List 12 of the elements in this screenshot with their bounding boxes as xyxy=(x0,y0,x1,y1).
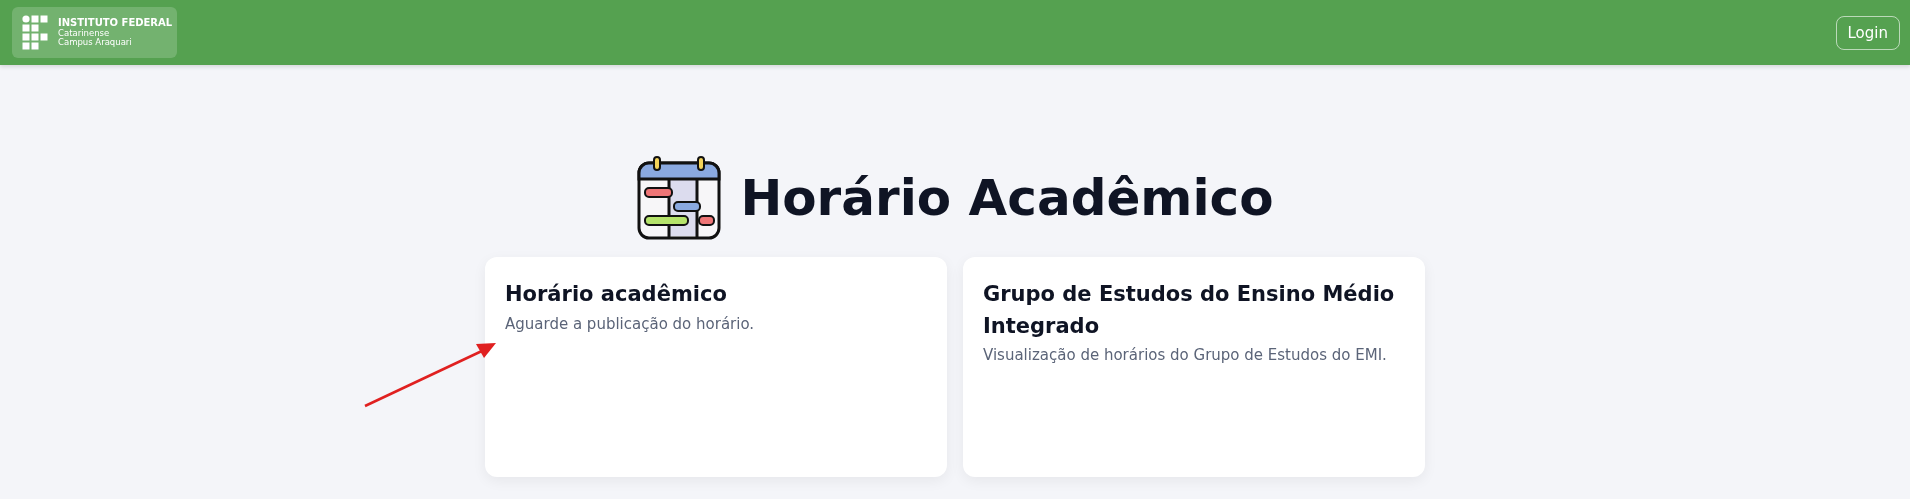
card-description: Visualização de horários do Grupo de Estudos do EMI. xyxy=(983,346,1387,364)
card-title: Grupo de Estudos do Ensino Médio Integrado xyxy=(983,281,1396,340)
logo-campus: Campus Araquari xyxy=(58,37,133,47)
page-title: Horário Acadêmico xyxy=(740,169,1274,227)
card-description: Aguarde a publicação do horário. xyxy=(505,314,755,333)
card[interactable]: Horário acadêmico Aguarde a publicação do horário. xyxy=(485,257,947,477)
card[interactable]: Grupo de Estudos do Ensino Médio Integrado Visualização de horários do Grupo de Estudos do EMI. xyxy=(963,257,1425,477)
card-title: Horário acadêmico xyxy=(505,281,727,308)
logo-icon xyxy=(22,15,48,50)
calendar-icon xyxy=(636,155,723,241)
logo-subtitle: Catarinense xyxy=(58,28,111,38)
logo-name: INSTITUTO FEDERAL xyxy=(58,18,173,29)
